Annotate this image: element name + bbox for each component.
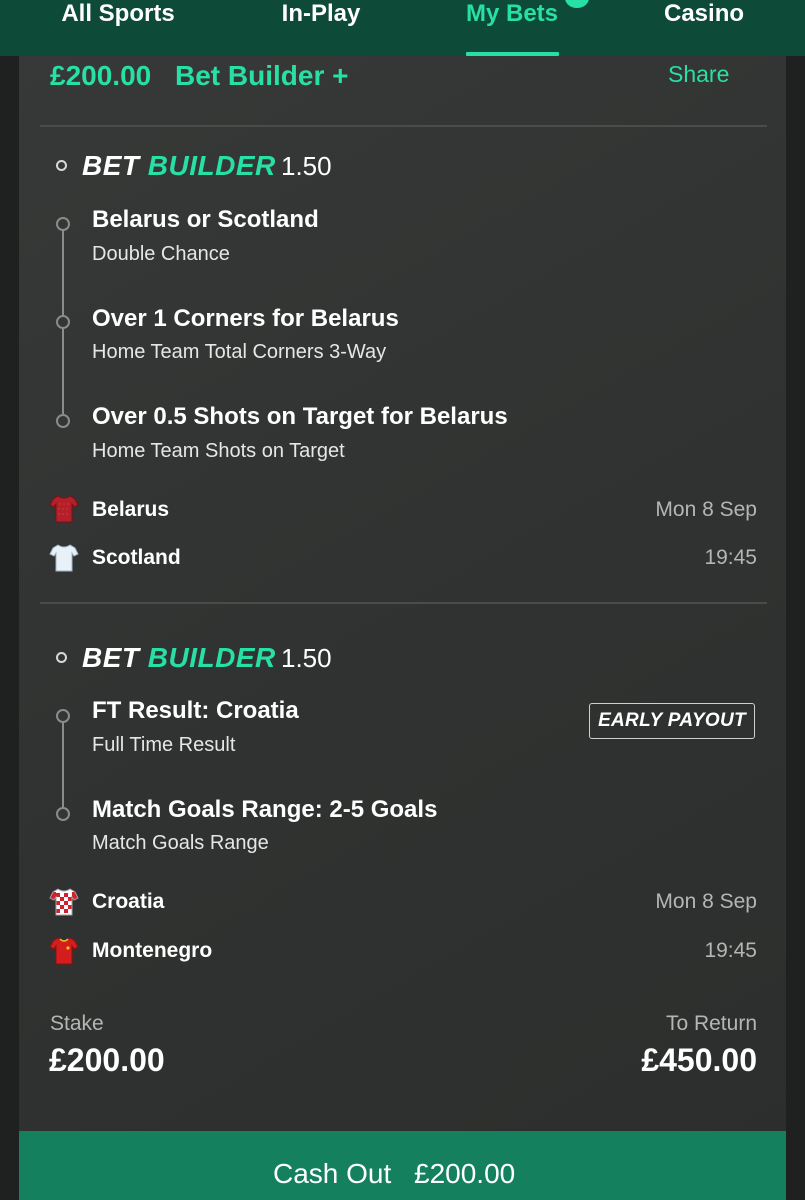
to-return-label: To Return <box>665 1012 757 1035</box>
my-bets-count-badge <box>565 0 589 8</box>
cash-out-button[interactable]: Cash Out £200.00 <box>19 1131 786 1200</box>
leg-market: Full Time Result <box>92 734 236 756</box>
bet-builder-logo-bet: BET <box>82 642 140 673</box>
to-return-value: £450.00 <box>641 1042 757 1078</box>
leg-selection: Over 1 Corners for Belarus <box>92 305 399 332</box>
match-time: 19:45 <box>704 939 757 962</box>
tab-in-play[interactable]: In-Play <box>282 0 361 27</box>
leg-market: Match Goals Range <box>92 832 269 854</box>
divider <box>40 602 767 604</box>
bet-builder-logo-builder: BUILDER <box>147 150 276 181</box>
bet-stake-header: £200.00 <box>50 60 152 91</box>
away-team-name: Scotland <box>92 546 181 569</box>
checkered-shirt-icon <box>49 888 79 916</box>
bet-builder-logo-builder: BUILDER <box>147 642 276 673</box>
leg-dot-icon <box>56 709 70 723</box>
leg-selection: Belarus or Scotland <box>92 206 319 233</box>
leg-dot-icon <box>56 414 70 428</box>
match-date: Mon 8 Sep <box>655 498 757 521</box>
white-shirt-icon <box>49 544 79 572</box>
home-team-name: Croatia <box>92 890 165 913</box>
builder-odds: 1.50 <box>281 643 332 673</box>
builder-odds: 1.50 <box>281 151 332 181</box>
leg-connector-line <box>62 716 64 814</box>
stake-value: £200.00 <box>49 1042 165 1078</box>
bet-builder-logo: BET BUILDER <box>82 642 276 674</box>
builder-bullet-icon <box>56 160 67 171</box>
leg-market: Home Team Total Corners 3-Way <box>92 341 387 363</box>
away-team-name: Montenegro <box>92 939 213 962</box>
share-button[interactable]: Share <box>668 61 729 88</box>
match-time: 19:45 <box>704 546 757 569</box>
red-shirt-icon <box>49 495 79 523</box>
tab-all-sports[interactable]: All Sports <box>61 0 174 27</box>
divider <box>40 125 767 127</box>
red-shirt-icon <box>49 937 79 965</box>
bet-type-label: Bet Builder + <box>175 60 349 91</box>
leg-market: Home Team Shots on Target <box>92 440 345 462</box>
cash-out-amount: £200.00 <box>414 1158 516 1189</box>
early-payout-badge: EARLY PAYOUT <box>589 703 755 739</box>
leg-selection: FT Result: Croatia <box>92 697 299 724</box>
top-navigation: All Sports In-Play My Bets Casino <box>0 0 805 56</box>
stake-label: Stake <box>50 1012 104 1035</box>
bet-builder-logo-bet: BET <box>82 150 140 181</box>
cash-out-label: Cash Out <box>273 1158 392 1189</box>
leg-dot-icon <box>56 315 70 329</box>
tab-my-bets[interactable]: My Bets <box>466 0 558 27</box>
leg-market: Double Chance <box>92 243 230 265</box>
leg-selection: Over 0.5 Shots on Target for Belarus <box>92 403 508 430</box>
leg-dot-icon <box>56 217 70 231</box>
tab-casino[interactable]: Casino <box>664 0 744 27</box>
leg-selection: Match Goals Range: 2-5 Goals <box>92 796 438 823</box>
home-team-name: Belarus <box>92 498 170 521</box>
bet-builder-logo: BET BUILDER <box>82 150 276 182</box>
leg-dot-icon <box>56 807 70 821</box>
match-date: Mon 8 Sep <box>655 890 757 913</box>
builder-bullet-icon <box>56 652 67 663</box>
